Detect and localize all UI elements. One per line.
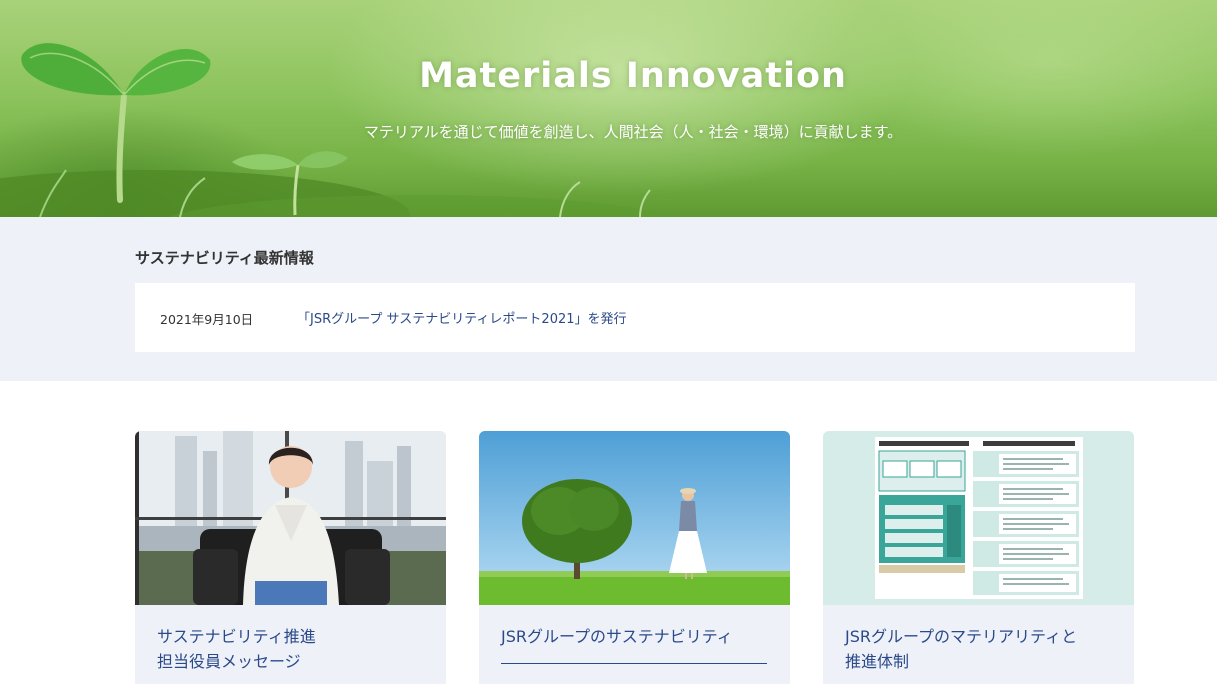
card-executive-message[interactable]: サステナビリティ推進 担当役員メッセージ — [135, 431, 446, 684]
card-title-line1: JSRグループのマテリアリティと — [845, 627, 1078, 646]
card-group-sustainability[interactable]: JSRグループのサステナビリティ — [479, 431, 790, 684]
executive-portrait-image — [135, 431, 446, 605]
card-title-line1: JSRグループのサステナビリティ — [501, 627, 733, 646]
tree-field-image — [479, 431, 790, 605]
card-title-line1: サステナビリティ推進 — [157, 627, 316, 646]
card-title-line2: 担当役員メッセージ — [157, 652, 301, 671]
card-title: JSRグループのサステナビリティ — [501, 624, 770, 649]
card-title-line2: 推進体制 — [845, 652, 910, 671]
materiality-diagram-image — [823, 431, 1134, 605]
news-section: サステナビリティ最新情報 2021年9月10日 「JSRグループ サステナビリテ… — [0, 217, 1217, 381]
hero-subtitle: マテリアルを通じて価値を創造し、人間社会（人・社会・環境）に貢献します。 — [363, 123, 903, 141]
news-list: 2021年9月10日 「JSRグループ サステナビリティレポート2021」を発行 — [135, 283, 1135, 352]
card-title: サステナビリティ推進 担当役員メッセージ — [157, 624, 426, 674]
hero-title: Materials Innovation — [419, 56, 847, 96]
card-hover-underline — [501, 663, 767, 664]
news-date: 2021年9月10日 — [160, 312, 254, 327]
hero-banner: Materials Innovation マテリアルを通じて価値を創造し、人間社… — [0, 0, 1217, 217]
card-materiality[interactable]: JSRグループのマテリアリティと 推進体制 — [823, 431, 1134, 684]
news-heading: サステナビリティ最新情報 — [135, 249, 314, 267]
news-link[interactable]: 「JSRグループ サステナビリティレポート2021」を発行 — [297, 308, 627, 327]
card-title: JSRグループのマテリアリティと 推進体制 — [845, 624, 1114, 674]
sprout-illustration — [0, 43, 671, 217]
